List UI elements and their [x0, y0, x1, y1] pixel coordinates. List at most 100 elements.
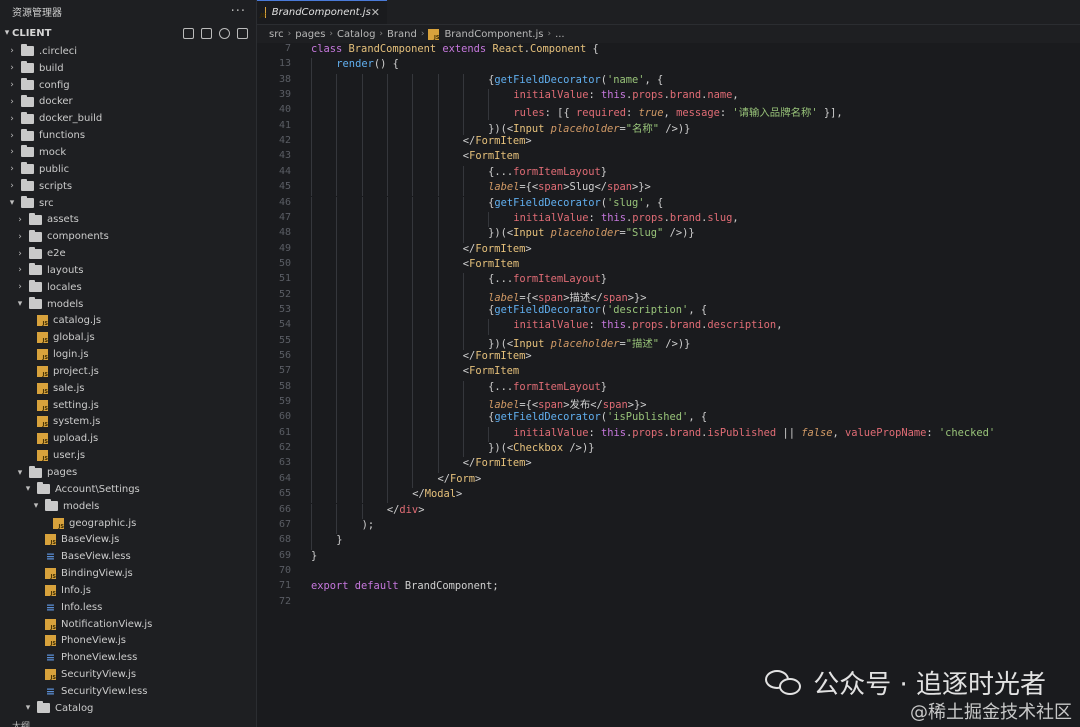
indent-guide	[311, 273, 312, 289]
tree-file[interactable]: NotificationView.js	[0, 616, 256, 633]
tree-folder[interactable]: ▾ models	[0, 498, 256, 515]
wechat-icon	[765, 668, 805, 698]
tree-file[interactable]: ≡ SecurityView.less	[0, 683, 256, 700]
tree-file[interactable]: catalog.js	[0, 313, 256, 330]
tree-item-label: assets	[47, 214, 79, 226]
tree-file[interactable]: ≡ BaseView.less	[0, 548, 256, 565]
indent-guide	[361, 89, 363, 105]
indent-guide	[462, 181, 464, 197]
code-editor[interactable]: 7 class BrandComponent extends React.Comp…	[257, 43, 1080, 727]
indent-guide	[437, 196, 439, 212]
folder-icon	[21, 78, 34, 91]
breadcrumb-item[interactable]: pages	[295, 29, 325, 40]
tree-folder[interactable]: › mock	[0, 144, 256, 161]
code-token: </	[386, 503, 400, 516]
code-token: ,	[776, 319, 783, 332]
indent-guide	[361, 380, 363, 397]
tree-folder[interactable]: › locales	[0, 279, 256, 296]
workspace-section-header[interactable]: ▾ CLIENT	[0, 23, 256, 43]
tree-file[interactable]: BaseView.js	[0, 531, 256, 548]
refresh-icon[interactable]	[219, 27, 230, 39]
indent-guide	[437, 288, 439, 304]
tree-folder[interactable]: › .circleci	[0, 43, 256, 60]
code-token: {...	[488, 380, 514, 393]
code-token: </	[412, 488, 425, 501]
tree-file[interactable]: ≡ PhoneView.less	[0, 649, 256, 666]
tree-file[interactable]: global.js	[0, 329, 256, 346]
tree-file[interactable]: geographic.js	[0, 515, 256, 532]
indent-guide	[311, 457, 312, 473]
tree-file[interactable]: upload.js	[0, 430, 256, 447]
tree-file[interactable]: ≡ Info.less	[0, 599, 256, 616]
collapse-all-icon[interactable]	[237, 27, 248, 39]
tree-folder[interactable]: › scripts	[0, 178, 256, 195]
line-number: 45	[278, 181, 291, 193]
tree-file[interactable]: sale.js	[0, 380, 256, 397]
code-token: initialValue	[513, 426, 589, 439]
indent-guide	[386, 411, 388, 427]
code-token: }	[336, 534, 343, 547]
tree-folder[interactable]: ▾ Catalog	[0, 700, 256, 717]
tree-file[interactable]: user.js	[0, 447, 256, 464]
indent-guide	[361, 181, 363, 197]
indent-guide	[311, 89, 312, 105]
more-actions-icon[interactable]: ···	[231, 4, 246, 19]
tree-folder[interactable]: › config	[0, 77, 256, 94]
code-token: , {	[688, 303, 708, 316]
code-token: ,	[663, 107, 677, 120]
breadcrumb-item[interactable]: Brand	[387, 29, 417, 40]
new-file-icon[interactable]	[183, 27, 194, 39]
tree-file[interactable]: Info.js	[0, 582, 256, 599]
js-file-icon	[37, 349, 48, 361]
tree-file[interactable]: project.js	[0, 363, 256, 380]
tab-brandcomponent[interactable]: BrandComponent.js ✕	[257, 0, 387, 24]
code-token: false	[801, 426, 833, 439]
indent-guide	[437, 242, 439, 258]
indent-guide	[386, 442, 388, 458]
indent-guide	[462, 165, 464, 182]
tree-folder[interactable]: ▾ pages	[0, 464, 256, 481]
tree-file[interactable]: SecurityView.js	[0, 666, 256, 683]
tree-item-label: sale.js	[53, 382, 85, 394]
code-token: >}>	[632, 181, 651, 194]
tree-file[interactable]: setting.js	[0, 397, 256, 414]
indent-guide	[311, 242, 312, 258]
line-number: 64	[278, 472, 291, 484]
new-folder-icon[interactable]	[201, 27, 212, 39]
code-token: "名称"	[625, 122, 660, 135]
indent-guide	[386, 242, 388, 258]
tree-folder[interactable]: ▾ models	[0, 296, 256, 313]
breadcrumb-item[interactable]: src	[269, 29, 284, 40]
folder-icon	[21, 44, 34, 57]
tree-folder[interactable]: › e2e	[0, 245, 256, 262]
tree-file[interactable]: system.js	[0, 414, 256, 431]
indent-guide	[412, 227, 414, 243]
tree-folder[interactable]: ▾ src	[0, 195, 256, 212]
code-token: ={<	[519, 291, 539, 304]
close-icon[interactable]: ✕	[371, 6, 380, 19]
code-line: {getFieldDecorator('name', {	[488, 74, 663, 86]
breadcrumb-item[interactable]: BrandComponent.js	[444, 29, 543, 40]
code-line: </Form>	[438, 473, 482, 485]
tree-folder[interactable]: › components	[0, 228, 256, 245]
tree-folder[interactable]: › assets	[0, 211, 256, 228]
indent-guide	[437, 457, 439, 473]
tree-file[interactable]: BindingView.js	[0, 565, 256, 582]
tree-file[interactable]: PhoneView.js	[0, 633, 256, 650]
chevron-down-icon: ▾	[25, 703, 31, 714]
line-number: 52	[278, 288, 291, 300]
code-line: })(<Input placeholder="Slug" />)}	[488, 227, 695, 239]
breadcrumb-item[interactable]: ...	[555, 29, 565, 40]
indent-guide	[336, 165, 338, 182]
tree-folder[interactable]: › build	[0, 60, 256, 77]
tree-folder[interactable]: › functions	[0, 127, 256, 144]
tree-folder[interactable]: › public	[0, 161, 256, 178]
indent-guide	[336, 73, 338, 90]
tree-folder[interactable]: ▾ Account\Settings	[0, 481, 256, 498]
tree-file[interactable]: login.js	[0, 346, 256, 363]
outline-section[interactable]: 大纲	[0, 720, 256, 727]
tree-folder[interactable]: › docker_build	[0, 110, 256, 127]
tree-folder[interactable]: › docker	[0, 94, 256, 111]
breadcrumb-item[interactable]: Catalog	[337, 29, 375, 40]
tree-folder[interactable]: › layouts	[0, 262, 256, 279]
